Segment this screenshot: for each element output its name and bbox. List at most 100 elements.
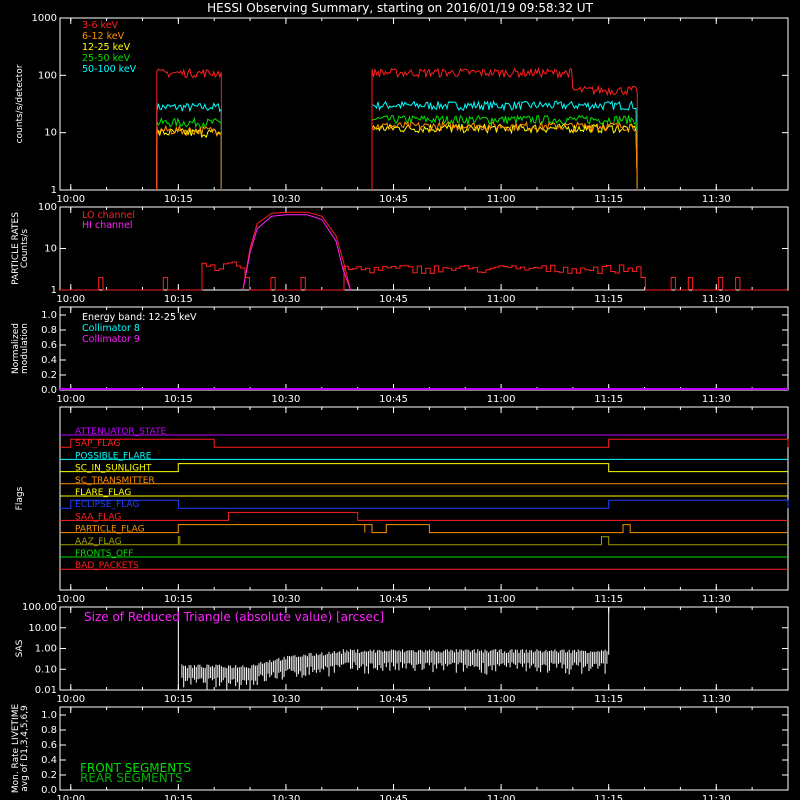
legend-label: Collimator 8 <box>82 323 140 334</box>
y-tick-label: 1 <box>51 185 57 196</box>
y-tick-label: 10.00 <box>28 623 57 634</box>
series-line <box>156 66 638 191</box>
x-tick-label: 10:15 <box>164 794 193 800</box>
x-tick-label: 10:30 <box>272 394 301 405</box>
y-tick-label: 0.10 <box>35 664 57 675</box>
y-axis-label: avg of D1,3,4,5,6,9 <box>20 705 30 792</box>
x-tick-label: 10:15 <box>164 294 193 305</box>
x-tick-label: 11:30 <box>702 394 731 405</box>
y-axis-label: SAS <box>15 639 25 657</box>
x-tick-label: 11:00 <box>487 194 516 205</box>
x-tick-label: 11:15 <box>594 594 623 605</box>
x-tick-label: 10:00 <box>56 294 85 305</box>
annotation: Energy band: 12-25 keV <box>82 312 197 323</box>
x-tick-label: 11:30 <box>702 794 731 800</box>
y-tick-label: 0.01 <box>35 685 57 696</box>
x-tick-label: 10:00 <box>56 694 85 705</box>
y-tick-label: 10 <box>44 244 57 255</box>
series-line <box>156 122 638 191</box>
legend-label: Collimator 9 <box>82 334 140 345</box>
y-tick-label: 100 <box>38 202 57 213</box>
flag-label: SAP_FLAG <box>75 439 120 449</box>
x-tick-label: 10:00 <box>56 794 85 800</box>
x-tick-label: 11:15 <box>594 294 623 305</box>
series-line <box>156 99 638 191</box>
x-tick-label: 10:30 <box>272 794 301 800</box>
x-tick-label: 10:15 <box>164 694 193 705</box>
x-tick-label: 10:45 <box>379 694 408 705</box>
x-tick-label: 10:30 <box>272 194 301 205</box>
y-tick-label: 1000 <box>32 13 57 24</box>
x-tick-label: 11:15 <box>594 394 623 405</box>
x-tick-label: 10:15 <box>164 394 193 405</box>
x-tick-label: 11:00 <box>487 794 516 800</box>
x-tick-label: 11:00 <box>487 694 516 705</box>
y-tick-label: 0.0 <box>41 785 57 796</box>
panel-frame <box>59 17 789 191</box>
x-tick-label: 10:30 <box>272 594 301 605</box>
annotation: Size of Reduced Triangle (absolute value… <box>84 610 384 624</box>
series-line <box>242 211 351 291</box>
y-tick-label: 0.2 <box>41 370 57 381</box>
y-tick-label: 10 <box>44 128 57 139</box>
flag-label: ECLIPSE_FLAG <box>75 500 139 510</box>
legend-label: 25-50 keV <box>82 53 131 64</box>
x-tick-label: 11:30 <box>702 694 731 705</box>
x-tick-label: 10:45 <box>379 294 408 305</box>
y-axis-label: Flags <box>15 486 25 510</box>
x-tick-label: 11:15 <box>594 794 623 800</box>
x-tick-label: 11:00 <box>487 594 516 605</box>
x-tick-label: 10:45 <box>379 594 408 605</box>
series-line <box>242 214 351 291</box>
x-tick-label: 10:30 <box>272 294 301 305</box>
legend-label: 12-25 keV <box>82 42 131 53</box>
panel-frame <box>59 206 789 291</box>
y-tick-label: 0.4 <box>41 755 57 766</box>
y-axis-label: modulation <box>20 323 30 374</box>
x-tick-label: 11:00 <box>487 394 516 405</box>
legend-label: 50-100 keV <box>82 64 137 75</box>
y-tick-label: 0.8 <box>41 725 57 736</box>
y-tick-label: 1 <box>51 285 57 296</box>
y-tick-label: 1.0 <box>41 710 57 721</box>
y-tick-label: 0.2 <box>41 770 57 781</box>
x-tick-label: 10:00 <box>56 594 85 605</box>
x-tick-label: 10:30 <box>272 694 301 705</box>
flag-line <box>60 511 788 521</box>
x-tick-label: 10:45 <box>379 394 408 405</box>
y-tick-label: 1.0 <box>41 310 57 321</box>
figure-title: HESSI Observing Summary, starting on 201… <box>207 1 593 15</box>
y-tick-label: 100.00 <box>22 602 57 613</box>
x-tick-label: 11:00 <box>487 294 516 305</box>
x-tick-label: 11:30 <box>702 294 731 305</box>
x-tick-label: 10:00 <box>56 394 85 405</box>
x-tick-label: 10:15 <box>164 594 193 605</box>
x-tick-label: 11:15 <box>594 194 623 205</box>
y-axis-label: counts/s/detector <box>15 64 25 143</box>
legend-label: HI channel <box>82 220 133 231</box>
flag-line <box>60 536 788 546</box>
x-tick-label: 10:15 <box>164 194 193 205</box>
y-tick-label: 0.6 <box>41 340 57 351</box>
y-tick-label: 0.0 <box>41 385 57 396</box>
flag-line <box>60 524 788 534</box>
y-tick-label: 0.6 <box>41 740 57 751</box>
legend-label: 3-6 keV <box>82 20 119 31</box>
x-tick-label: 10:45 <box>379 794 408 800</box>
panel-frame <box>59 406 789 591</box>
y-tick-label: 1.00 <box>35 644 57 655</box>
y-tick-label: 0.4 <box>41 355 57 366</box>
x-tick-label: 10:45 <box>379 194 408 205</box>
legend-label: 6-12 keV <box>82 31 125 42</box>
series-line-background <box>60 261 788 291</box>
y-tick-label: 0.8 <box>41 325 57 336</box>
series-line <box>156 120 638 191</box>
flag-line <box>60 438 789 448</box>
legend-label: REAR SEGMENTS <box>80 771 183 785</box>
x-tick-label: 11:30 <box>702 594 731 605</box>
y-tick-label: 100 <box>38 70 57 81</box>
x-tick-label: 11:15 <box>594 694 623 705</box>
flag-line <box>60 463 788 473</box>
x-tick-label: 10:00 <box>56 194 85 205</box>
y-axis-label: Counts/s <box>20 229 30 268</box>
